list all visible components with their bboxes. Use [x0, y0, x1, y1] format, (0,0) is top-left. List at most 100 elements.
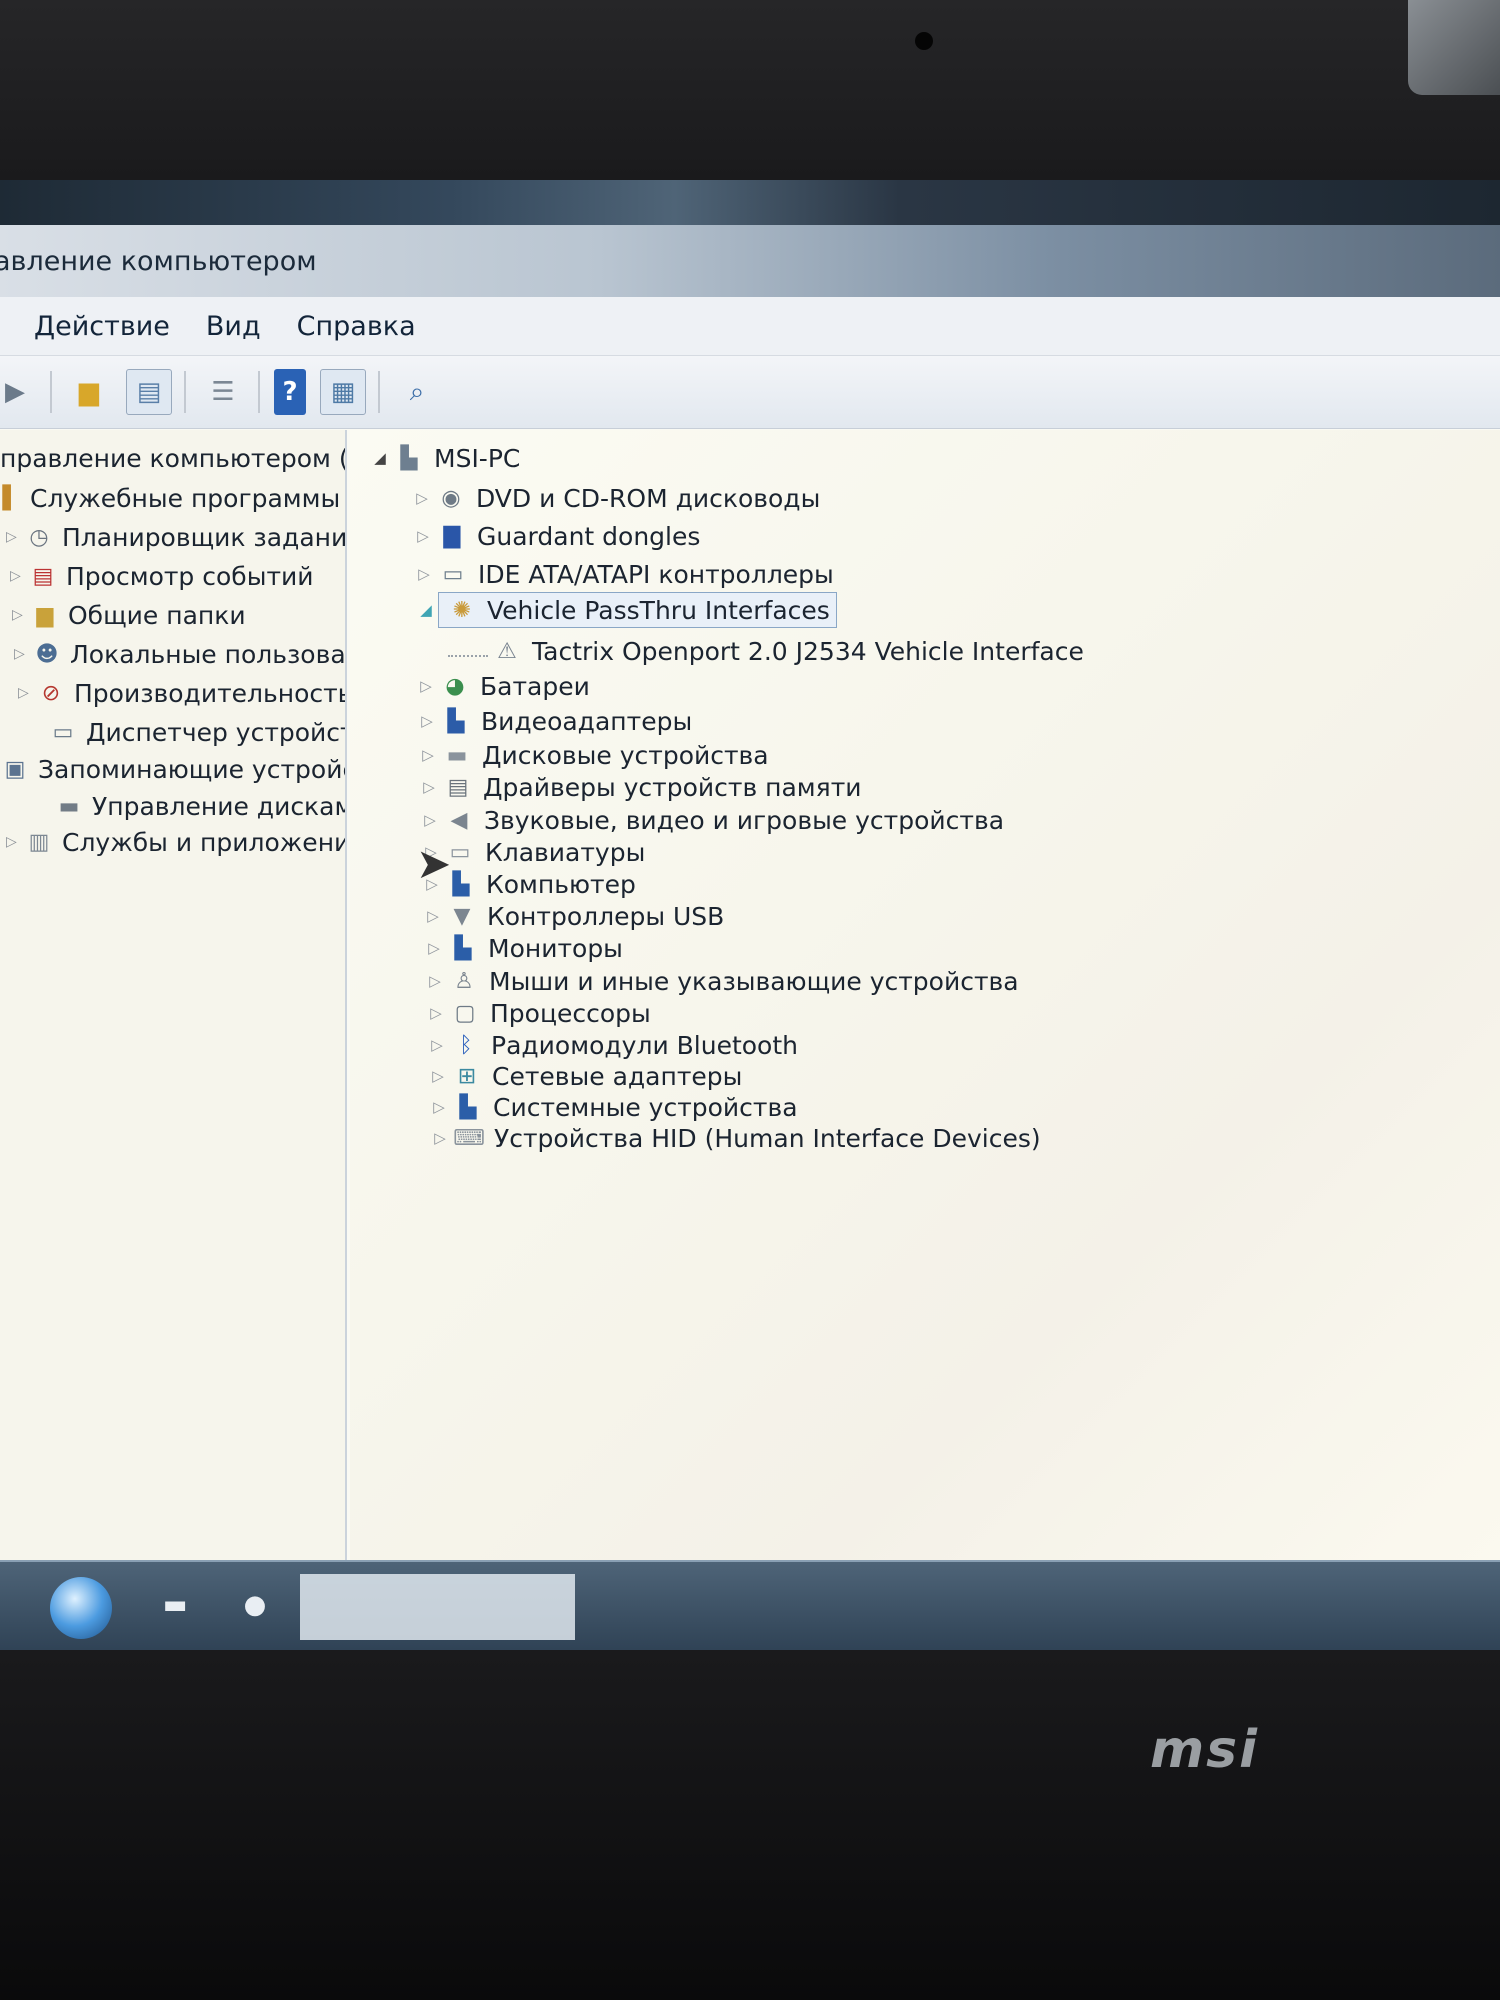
device-category-label: Звуковые, видео и игровые устройства: [484, 805, 1005, 835]
properties-icon[interactable]: ☰: [200, 369, 246, 415]
expand-arrow-icon[interactable]: ▷: [6, 834, 24, 850]
device-category[interactable]: ▷ ◉ DVD и CD-ROM дисководы: [410, 480, 820, 516]
expand-arrow-icon[interactable]: ▷: [418, 811, 442, 829]
tree-item-performance[interactable]: ▷ ⊘ Производительность: [18, 675, 345, 711]
expand-arrow-icon[interactable]: ▷: [427, 1098, 451, 1116]
expand-arrow-icon[interactable]: ▷: [417, 778, 441, 796]
tree-item-storage[interactable]: ▣ Запоминающие устройст: [0, 751, 345, 787]
expand-arrow-icon[interactable]: ▷: [412, 565, 436, 583]
tree-item-task-scheduler[interactable]: ▷ ◷ Планировщик заданий: [6, 519, 347, 555]
tree-item-system-tools[interactable]: ▌ Служебные программы: [0, 480, 341, 516]
device-category-label: Сетевые адаптеры: [492, 1061, 743, 1091]
expand-arrow-icon[interactable]: ▷: [410, 489, 434, 507]
expand-arrow-icon[interactable]: ▷: [415, 712, 439, 730]
tree-item-services-apps[interactable]: ▷ ▥ Службы и приложения: [6, 824, 347, 860]
storage-icon: ▣: [4, 756, 26, 782]
users-icon: ☻: [35, 641, 59, 667]
computer-management-window: авление компьютером Действие Вид Справка…: [0, 225, 1500, 1560]
background-object: [1408, 0, 1500, 95]
browser-icon[interactable]: ●: [238, 1590, 272, 1620]
mouse-cursor-icon: ➤: [416, 839, 452, 888]
tree-item-label: Планировщик заданий: [62, 522, 347, 552]
expand-arrow-icon[interactable]: ▷: [425, 1036, 449, 1054]
tree-item-label: Просмотр событий: [66, 561, 314, 591]
device-category[interactable]: ▷ ◀ Звуковые, видео и игровые устройства: [418, 802, 1004, 838]
event-viewer-icon: ▤: [32, 563, 54, 589]
tree-item-local-users[interactable]: ▷ ☻ Локальные пользовате: [14, 636, 347, 672]
expand-arrow-icon[interactable]: ▷: [421, 907, 445, 925]
device-category[interactable]: ▷ ▇ Guardant dongles: [411, 518, 700, 554]
tree-item-event-viewer[interactable]: ▷ ▤ Просмотр событий: [10, 558, 314, 594]
performance-icon: ⊘: [41, 680, 61, 706]
tree-item-disk-management[interactable]: ▬ Управление дисками: [54, 788, 347, 824]
device-category[interactable]: ▷ ▼ Контроллеры USB: [421, 898, 724, 934]
up-folder-icon[interactable]: ▆: [66, 369, 112, 415]
device-category[interactable]: ▷ ▙ Компьютер: [420, 866, 636, 902]
expand-arrow-icon[interactable]: ▷: [428, 1129, 452, 1147]
device-item-label: Tactrix Openport 2.0 J2534 Vehicle Inter…: [532, 636, 1084, 666]
collapse-arrow-icon[interactable]: ◢: [368, 449, 392, 467]
taskbar: ▬ ●: [0, 1560, 1500, 1650]
network-icon: ⊞: [457, 1063, 477, 1089]
tree-item-label: Локальные пользовате: [70, 639, 347, 669]
menu-help[interactable]: Справка: [297, 311, 416, 342]
expand-arrow-icon[interactable]: ▷: [411, 527, 435, 545]
toolbar-separator: [184, 371, 186, 413]
device-category[interactable]: ▷ ▤ Драйверы устройств памяти: [417, 769, 861, 805]
expand-arrow-icon[interactable]: ▷: [416, 746, 440, 764]
device-category[interactable]: ▷ ▭ Клавиатуры: [419, 834, 645, 870]
device-category[interactable]: ▷ ♙ Мыши и иные указывающие устройства: [423, 963, 1018, 999]
toolbar-separator: [378, 371, 380, 413]
expand-arrow-icon[interactable]: ▷: [423, 972, 447, 990]
expand-arrow-icon[interactable]: ▷: [18, 685, 36, 701]
device-category-label: Контроллеры USB: [487, 901, 725, 931]
device-category-selected[interactable]: ◢ ✺ Vehicle PassThru Interfaces: [414, 592, 837, 628]
title-bar[interactable]: авление компьютером: [0, 225, 1500, 297]
tree-item-label: Управление дисками: [92, 791, 347, 821]
device-category-label: Видеоадаптеры: [481, 706, 693, 736]
tree-item-label: Диспетчер устройств: [86, 717, 347, 747]
device-category[interactable]: ▷ ▬ Дисковые устройства: [416, 737, 768, 773]
action-pane-icon[interactable]: ▦: [320, 369, 366, 415]
menu-action[interactable]: Действие: [34, 311, 170, 342]
collapse-arrow-icon[interactable]: ◢: [414, 601, 438, 619]
tree-item-shared-folders[interactable]: ▷ ▆ Общие папки: [12, 597, 246, 633]
expand-arrow-icon[interactable]: ▷: [426, 1067, 450, 1085]
help-icon[interactable]: ?: [274, 369, 306, 415]
scan-hardware-icon[interactable]: ⌕: [394, 369, 440, 415]
bluetooth-icon: ᛒ: [459, 1032, 473, 1058]
device-category[interactable]: ▷ ▢ Процессоры: [424, 995, 651, 1031]
back-arrow-icon[interactable]: ▶: [0, 369, 38, 415]
webcam-icon: [915, 32, 933, 50]
tree-root-computer[interactable]: ◢ ▙ MSI-PC: [368, 440, 520, 476]
device-category[interactable]: ▷ ▙ Видеоадаптеры: [415, 703, 692, 739]
device-item[interactable]: ⚠ Tactrix Openport 2.0 J2534 Vehicle Int…: [448, 633, 1084, 669]
tree-item-device-manager[interactable]: ▭ Диспетчер устройств: [48, 714, 347, 750]
device-category-label: DVD и CD-ROM дисководы: [476, 483, 821, 513]
explorer-icon[interactable]: ▬: [158, 1590, 192, 1620]
sound-icon: ◀: [450, 807, 468, 833]
expand-arrow-icon[interactable]: ▷: [12, 607, 30, 623]
device-category-label: Vehicle PassThru Interfaces: [487, 595, 830, 625]
device-category[interactable]: ▷ ▙ Мониторы: [422, 930, 623, 966]
taskbar-active-window[interactable]: [300, 1574, 575, 1640]
tree-item-label: Службы и приложения: [62, 827, 347, 857]
mouse-icon: ♙: [454, 968, 474, 994]
expand-arrow-icon[interactable]: ▷: [10, 568, 28, 584]
device-category[interactable]: ▷ ⌨ Устройства HID (Human Interface Devi…: [428, 1120, 1040, 1156]
device-category-label: Компьютер: [486, 869, 636, 899]
screen: авление компьютером Действие Вид Справка…: [0, 180, 1500, 1650]
expand-arrow-icon[interactable]: ▷: [14, 646, 32, 662]
menu-view[interactable]: Вид: [206, 311, 261, 342]
show-hide-tree-icon[interactable]: ▤: [126, 369, 172, 415]
expand-arrow-icon[interactable]: ▷: [414, 677, 438, 695]
expand-arrow-icon[interactable]: ▷: [6, 529, 24, 545]
tree-item-computer-management[interactable]: правление компьютером (л: [0, 440, 345, 476]
start-button[interactable]: [50, 1577, 112, 1639]
device-category[interactable]: ▷ ▭ IDE ATA/ATAPI контроллеры: [412, 556, 834, 592]
device-category[interactable]: ▷ ◕ Батареи: [414, 668, 590, 704]
expand-arrow-icon[interactable]: ▷: [422, 939, 446, 957]
shared-folder-icon: ▆: [36, 602, 54, 628]
services-icon: ▥: [28, 829, 50, 855]
expand-arrow-icon[interactable]: ▷: [424, 1004, 448, 1022]
